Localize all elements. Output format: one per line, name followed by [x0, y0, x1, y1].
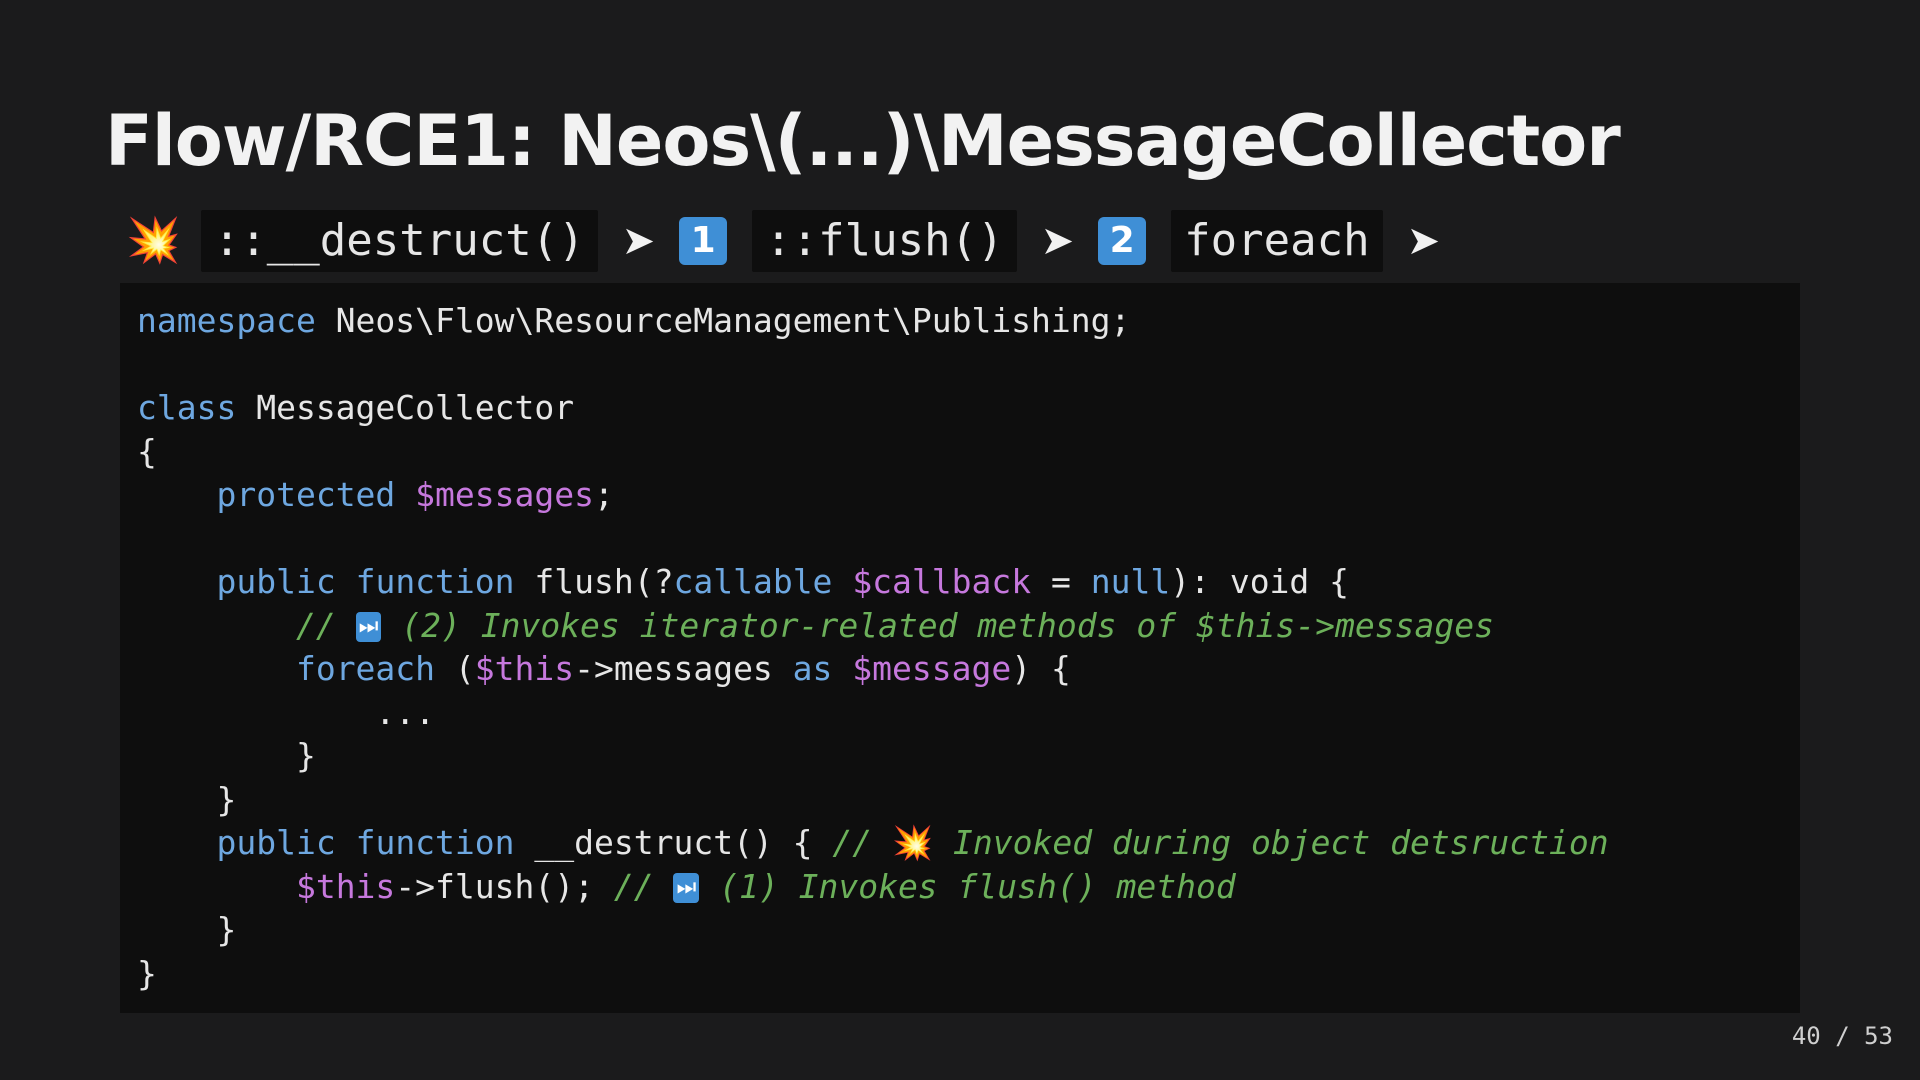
keyword: public — [216, 823, 336, 862]
code-line-brace-close: } — [137, 910, 237, 949]
code-line-foreach: foreach ($this->messages as $message) { — [137, 647, 1800, 691]
code-line-destruct-signature: public function __destruct() { // 💥 Invo… — [137, 821, 1800, 865]
comment-text: // — [613, 866, 674, 906]
code-line-namespace: namespace Neos\Flow\ResourceManagement\P… — [137, 299, 1800, 343]
page-total: 53 — [1864, 1022, 1893, 1050]
variable: $message — [852, 649, 1012, 688]
arrow-right-icon: ➤ — [621, 218, 656, 264]
code-line-flush-signature: public function flush(?callable $callbac… — [137, 560, 1800, 604]
arrow-right-icon: ➤ — [1040, 218, 1075, 264]
page-current: 40 — [1791, 1022, 1821, 1050]
comment-text: (2) Invokes iterator-related methods of … — [381, 605, 1494, 645]
code-line-brace-close: } — [137, 953, 157, 993]
code-line-ellipsis: ... — [137, 692, 436, 732]
call-chain: 💥 ::__destruct() ➤ 1 ::flush() ➤ 2 forea… — [126, 210, 1464, 272]
code-line-brace-close: } — [137, 779, 237, 819]
arrow-right-icon: ➤ — [1406, 218, 1441, 264]
code-text: ->messages — [574, 649, 793, 688]
variable: $callback — [852, 562, 1032, 601]
keyword: callable — [673, 562, 833, 601]
code-text: flush(? — [514, 562, 674, 601]
keyword: function — [355, 562, 515, 601]
variable: $this — [295, 866, 396, 906]
collision-icon: 💥 — [892, 823, 934, 862]
keyword: public — [216, 562, 336, 601]
comment-text: // — [295, 605, 356, 645]
code-text: MessageCollector — [236, 388, 575, 427]
chain-step-foreach: foreach — [1171, 210, 1383, 272]
keycap-1-icon: 1 — [679, 217, 728, 265]
comment-text: (1) Invokes flush() method — [699, 866, 1236, 906]
code-line-flush-call: $this->flush(); // ⏭ (1) Invokes flush()… — [137, 865, 1800, 909]
chain-step-destruct: ::__destruct() — [200, 210, 598, 272]
code-text: ; — [593, 475, 614, 514]
variable: $messages — [415, 475, 594, 514]
keycap-2-icon: 2 — [1098, 217, 1147, 265]
collision-icon: 💥 — [126, 215, 181, 266]
keyword: function — [355, 823, 515, 862]
slide-title: Flow/RCE1: Neos\(...)\MessageCollector — [105, 100, 1621, 182]
page-separator: / — [1835, 1022, 1850, 1050]
code-line-property: protected $messages; — [137, 473, 1800, 517]
code-line-comment-2: // ⏭ (2) Invokes iterator-related method… — [137, 604, 1800, 648]
keyword: protected — [216, 475, 396, 514]
code-comment: // 💥 Invoked during object detsruction — [832, 823, 1608, 862]
code-line-class: class MessageCollector — [137, 386, 1800, 430]
code-block: namespace Neos\Flow\ResourceManagement\P… — [120, 283, 1800, 1013]
next-track-icon: ⏭ — [355, 611, 382, 642]
keyword: class — [137, 388, 237, 427]
next-track-icon: ⏭ — [673, 872, 700, 903]
chain-step-flush: ::flush() — [752, 210, 1017, 272]
variable: $this — [474, 649, 575, 688]
code-line-brace-close: } — [137, 736, 316, 775]
code-text: ) { — [1011, 649, 1071, 688]
keyword: null — [1090, 562, 1171, 601]
keyword: as — [792, 649, 833, 688]
keyword: namespace — [137, 301, 316, 340]
comment-text: Invoked during object detsruction — [933, 823, 1609, 862]
keyword: foreach — [295, 649, 436, 688]
code-text: Neos\Flow\ResourceManagement\Publishing; — [315, 301, 1131, 340]
code-text: ->flush(); — [395, 866, 614, 906]
page-counter: 40 / 53 — [1792, 1022, 1893, 1050]
code-line-brace-open: { — [137, 431, 157, 471]
code-comment: // ⏭ (1) Invokes flush() method — [614, 867, 1236, 906]
code-comment: // ⏭ (2) Invokes iterator-related method… — [296, 606, 1494, 645]
code-text: __destruct() { — [514, 823, 833, 862]
comment-text: // — [832, 823, 893, 862]
code-text: = — [1031, 562, 1091, 601]
code-text: ): void { — [1170, 562, 1350, 601]
code-text: ( — [435, 649, 475, 688]
